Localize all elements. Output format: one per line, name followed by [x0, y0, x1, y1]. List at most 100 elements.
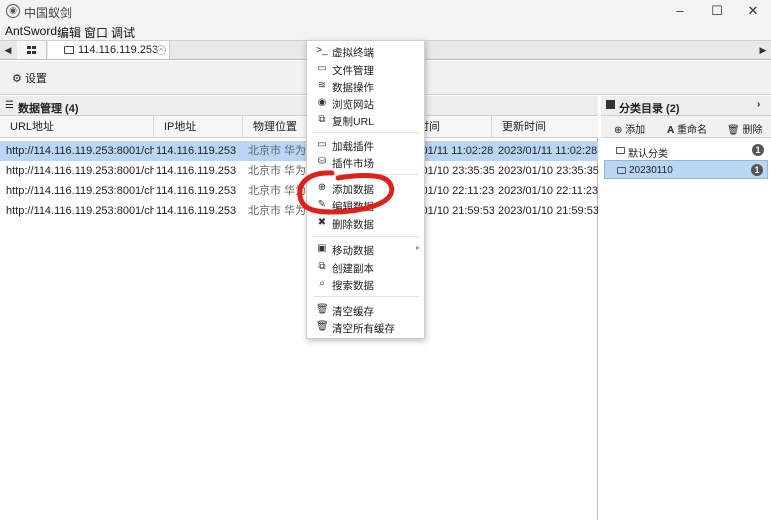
terminal-icon: >_	[316, 45, 328, 56]
menu-item-delete-data[interactable]: ✖ 删除数据	[307, 215, 424, 232]
menu-item-add-data[interactable]: ⊕ 添加数据	[307, 180, 424, 197]
grid-icon	[27, 46, 36, 54]
data-panel-header: ☰ 数据管理 (4)	[0, 96, 598, 116]
menu-item-database[interactable]: ≋ 数据操作	[307, 78, 424, 95]
title-bar: ◉ 中国蚁剑 – ☐ ✕	[0, 0, 771, 22]
menu-item-label: 虚拟终端	[332, 47, 374, 59]
window-title: 中国蚁剑	[24, 6, 73, 20]
maximize-button[interactable]: ☐	[705, 2, 729, 20]
menu-item-label: 编辑数据	[332, 201, 374, 213]
menu-item-load-plugin[interactable]: ▭ 加载插件	[307, 137, 424, 154]
minimize-button[interactable]: –	[668, 2, 692, 20]
folder-icon	[617, 167, 626, 174]
menu-edit[interactable]: 编辑	[57, 24, 81, 41]
rename-category-button[interactable]: A 重命名	[667, 121, 707, 136]
menu-item-label: 浏览网站	[332, 99, 374, 111]
menu-item-label: 添加数据	[332, 184, 374, 196]
tab-shell[interactable]: 114.116.119.253 ×	[48, 41, 170, 59]
tab-scroll-right-icon[interactable]: ▶	[756, 41, 770, 59]
menu-item-plugin-store[interactable]: ⛁ 插件市场	[307, 154, 424, 171]
menu-item-terminal[interactable]: >_ 虚拟终端	[307, 43, 424, 60]
tab-home[interactable]	[17, 41, 47, 59]
menu-item-copy-url[interactable]: ⧉ 复制URL	[307, 112, 424, 129]
collapse-chevron-icon[interactable]: ›	[757, 99, 760, 110]
menu-item-label: 文件管理	[332, 65, 374, 77]
plus-circle-icon: ⊕	[317, 182, 327, 193]
cell-ip: 114.116.119.253	[156, 145, 237, 157]
table-row[interactable]: http://114.116.119.253:8001/chal 114.116…	[0, 201, 598, 221]
table-row[interactable]: http://114.116.119.253:8001/chal 114.116…	[0, 161, 598, 181]
category-count-badge: 1	[751, 164, 763, 176]
menu-item-label: 复制URL	[332, 116, 375, 128]
folder-icon: ▭	[317, 63, 327, 74]
add-category-button[interactable]: ⊕ 添加	[614, 121, 645, 136]
add-category-label: 添加	[625, 125, 646, 136]
font-icon: A	[667, 125, 675, 136]
copy-icon: ⧉	[318, 114, 326, 125]
cell-ip: 114.116.119.253	[156, 185, 237, 197]
cell-updated: 2023/01/10 23:35:35	[498, 165, 598, 177]
settings-label: 设置	[24, 73, 47, 85]
category-item-20230110[interactable]: 20230110 1	[604, 160, 768, 179]
menu-item-browse[interactable]: ◉ 浏览网站	[307, 95, 424, 112]
column-ip[interactable]: IP地址	[154, 116, 243, 138]
submenu-arrow-icon: ▸	[415, 243, 420, 252]
tab-scroll-left-icon[interactable]: ◀	[1, 41, 15, 59]
menu-debug[interactable]: 调试	[111, 24, 135, 41]
cell-updated: 2023/01/10 22:11:23	[498, 185, 598, 197]
cell-url: http://114.116.119.253:8001/chal	[6, 165, 154, 177]
table-row[interactable]: http://114.116.119.253:8001/chal 114.116…	[0, 181, 598, 201]
tab-close-icon[interactable]: ×	[156, 45, 166, 55]
menu-separator	[313, 296, 419, 297]
column-updated[interactable]: 更新时间	[492, 116, 598, 138]
trash-icon: 🗑	[316, 304, 329, 315]
browser-icon: ◉	[317, 97, 327, 108]
cell-location: 北京市 华为云	[248, 145, 312, 157]
menu-separator	[313, 236, 419, 237]
menu-window[interactable]: 窗口	[84, 24, 108, 41]
store-icon: ⛁	[317, 156, 327, 167]
cell-location: 北京市 华为云	[248, 185, 312, 197]
menu-item-clear-cache[interactable]: 🗑 清空缓存	[307, 302, 424, 319]
menu-item-move-data[interactable]: ▣ 移动数据 ▸	[307, 241, 424, 258]
menu-item-label: 删除数据	[332, 219, 374, 231]
category-item-label: 默认分类	[628, 149, 668, 160]
menu-antsword[interactable]: AntSword	[5, 24, 57, 38]
menu-item-label: 创建副本	[332, 263, 374, 275]
plus-circle-icon: ⊕	[614, 125, 623, 136]
panel-icon	[606, 100, 615, 109]
column-url[interactable]: URL地址	[0, 116, 154, 138]
menu-item-duplicate[interactable]: ⧉ 创建副本	[307, 259, 424, 276]
context-menu: >_ 虚拟终端 ▭ 文件管理 ≋ 数据操作 ◉ 浏览网站 ⧉ 复制URL ▭ 加…	[306, 40, 425, 339]
list-icon: ☰	[5, 100, 14, 111]
menu-item-edit-data[interactable]: ✎ 编辑数据	[307, 197, 424, 214]
cell-url: http://114.116.119.253:8001/chal	[6, 205, 154, 217]
tab-shell-label: 114.116.119.253	[78, 44, 159, 56]
cell-url: http://114.116.119.253:8001/chal	[6, 185, 154, 197]
delete-category-button[interactable]: 🗑 删除	[727, 121, 762, 136]
menu-separator	[313, 132, 419, 133]
data-management-panel: ☰ 数据管理 (4) URL地址 IP地址 物理位置 创建时间 更新时间 htt…	[0, 96, 598, 520]
category-item-default[interactable]: 默认分类 1	[604, 141, 768, 160]
search-icon: ⌕	[319, 278, 325, 289]
menu-item-clear-all-cache[interactable]: 🗑 清空所有缓存	[307, 319, 424, 336]
menu-item-label: 搜索数据	[332, 280, 374, 292]
table-row[interactable]: http://114.116.119.253:8001/chal 114.116…	[0, 141, 598, 161]
cell-location: 北京市 华为云	[248, 205, 312, 217]
category-panel-title: 分类目录 (2)	[619, 103, 680, 115]
cell-url: http://114.116.119.253:8001/chal	[6, 145, 154, 157]
folder-icon	[64, 46, 74, 54]
table-header: URL地址 IP地址 物理位置 创建时间 更新时间	[0, 116, 598, 138]
trash-icon: 🗑	[316, 321, 329, 332]
menu-item-search-data[interactable]: ⌕ 搜索数据	[307, 276, 424, 293]
cell-updated: 2023/01/11 11:02:28	[498, 145, 598, 157]
menu-item-label: 数据操作	[332, 82, 374, 94]
antsword-logo-icon: ◉	[6, 4, 20, 18]
menu-item-label: 清空所有缓存	[332, 323, 395, 335]
menu-item-file-manager[interactable]: ▭ 文件管理	[307, 61, 424, 78]
gear-icon: ⚙	[12, 73, 22, 85]
settings-button[interactable]: ⚙ 设置	[12, 70, 47, 86]
edit-icon: ✎	[317, 199, 327, 210]
close-button[interactable]: ✕	[741, 2, 765, 20]
trash-icon: 🗑	[727, 125, 740, 136]
